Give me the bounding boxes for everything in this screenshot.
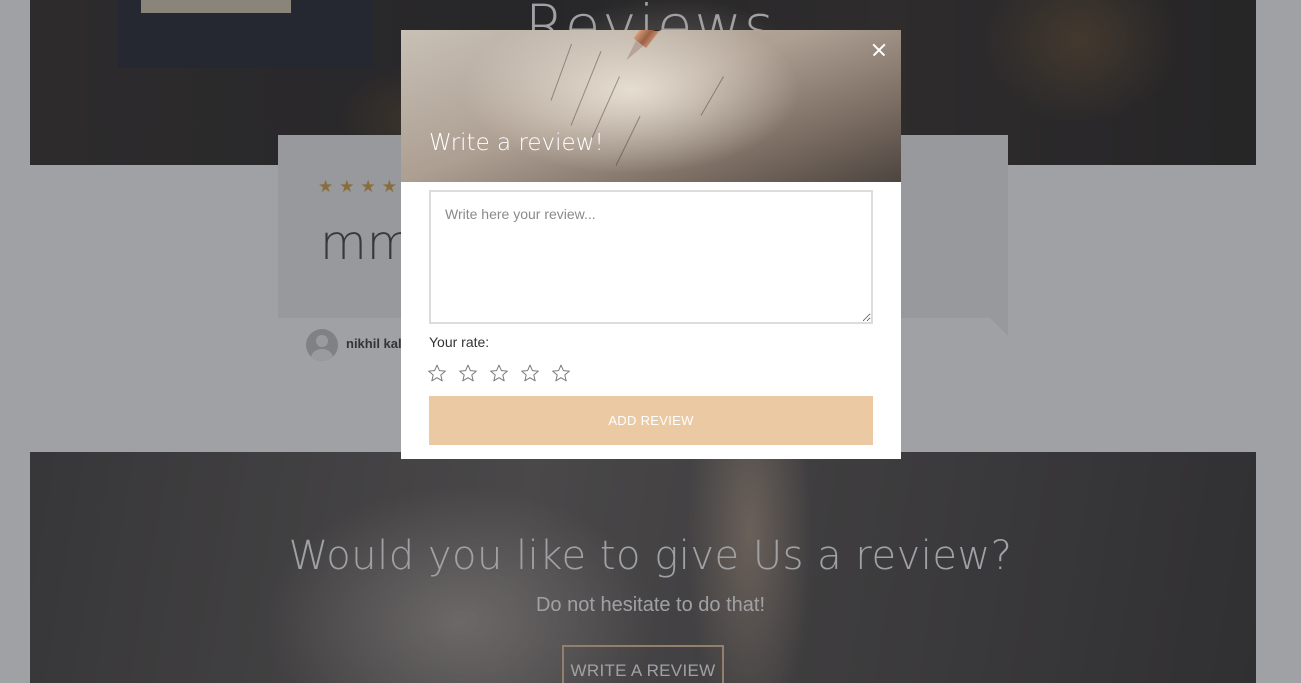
modal-title: Write a review! — [429, 130, 604, 156]
rate-stars — [427, 363, 571, 383]
star-outline-icon[interactable] — [551, 363, 571, 383]
handwriting-stroke — [550, 43, 572, 101]
star-outline-icon[interactable] — [458, 363, 478, 383]
rate-label: Your rate: — [429, 334, 490, 350]
close-icon[interactable] — [869, 40, 889, 60]
fountain-pen-image — [618, 30, 733, 68]
star-outline-icon[interactable] — [520, 363, 540, 383]
handwriting-stroke — [570, 51, 602, 126]
review-textarea[interactable] — [429, 190, 873, 324]
modal-header-image: Write a review! — [401, 30, 901, 182]
write-review-modal: Write a review! Your rate: Add review — [401, 30, 901, 459]
add-review-button[interactable]: Add review — [429, 396, 873, 445]
handwriting-stroke — [700, 76, 724, 116]
handwriting-stroke — [615, 115, 641, 166]
star-outline-icon[interactable] — [427, 363, 447, 383]
star-outline-icon[interactable] — [489, 363, 509, 383]
